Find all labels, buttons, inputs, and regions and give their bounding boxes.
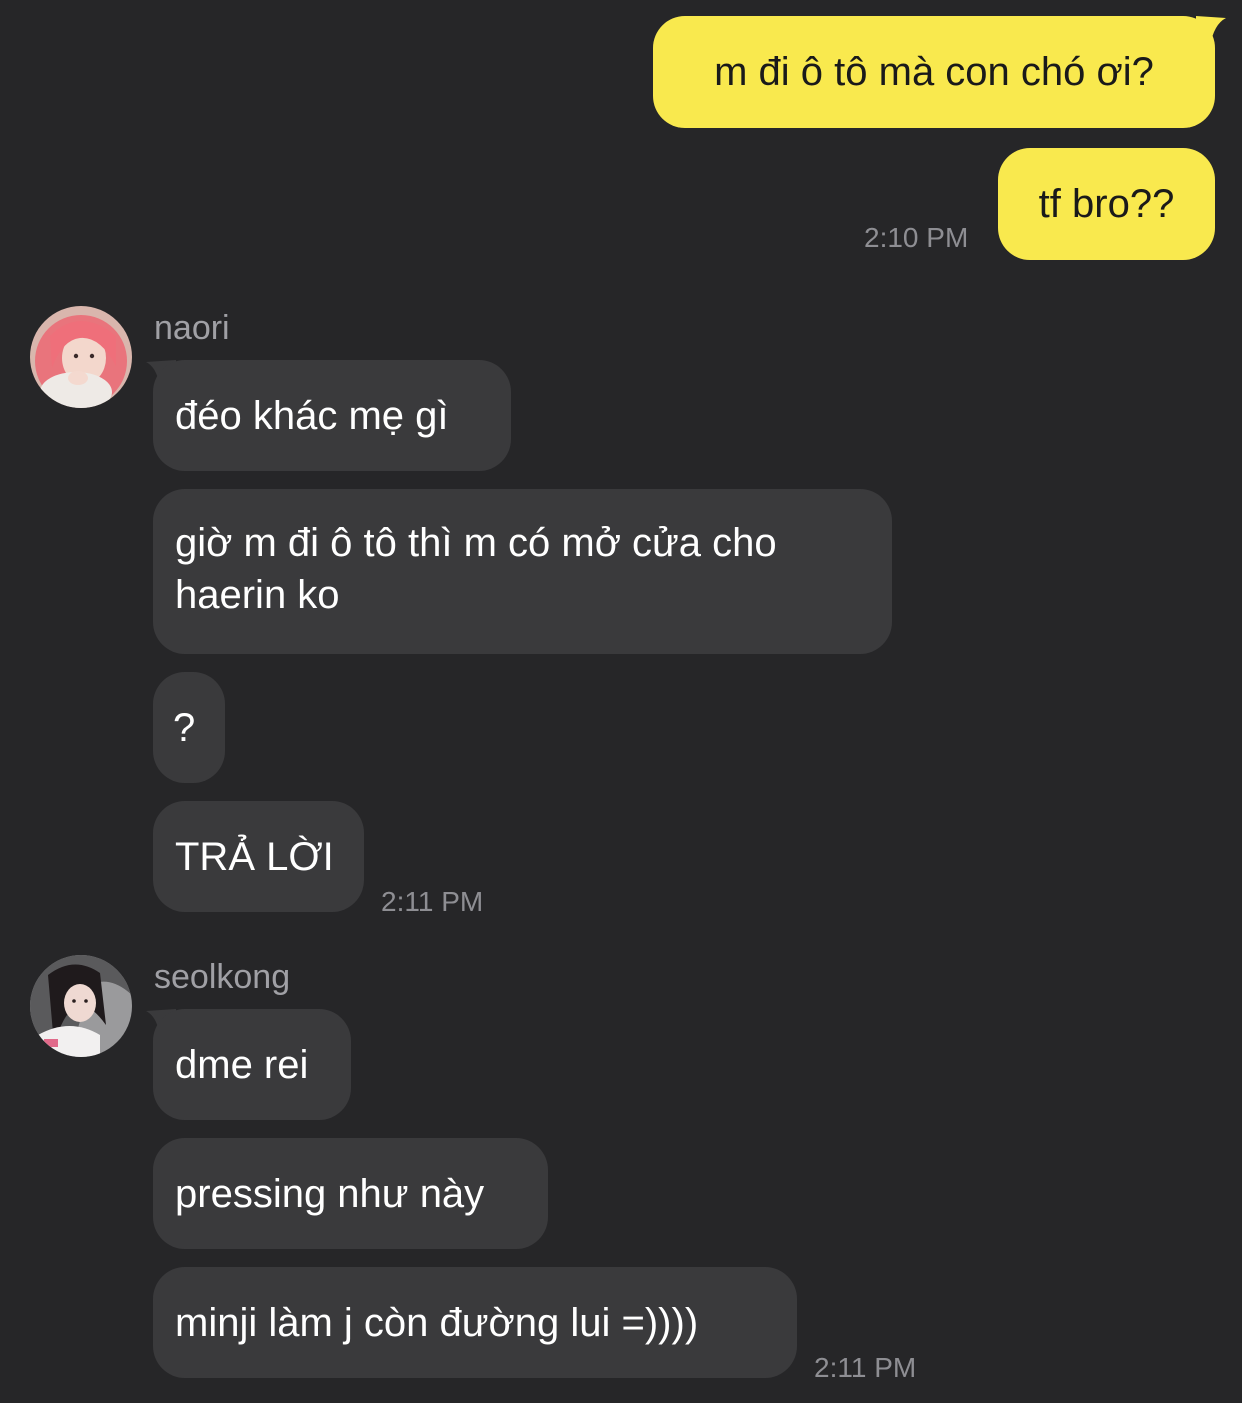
outgoing-message[interactable]: tf bro??: [998, 148, 1215, 260]
incoming-message[interactable]: giờ m đi ô tô thì m có mở cửa cho haerin…: [153, 489, 892, 654]
avatar-image: [30, 306, 132, 408]
bubble-tail: [1196, 16, 1226, 46]
incoming-message[interactable]: pressing như này: [153, 1138, 548, 1249]
avatar-seolkong[interactable]: [30, 955, 132, 1057]
incoming-message[interactable]: dme rei: [153, 1009, 351, 1120]
sender-name: seolkong: [154, 958, 291, 996]
message-timestamp: 2:11 PM: [814, 1352, 917, 1383]
avatar-image: [30, 955, 132, 1057]
incoming-message[interactable]: minji làm j còn đường lui =)))): [153, 1267, 797, 1378]
message-timestamp: 2:11 PM: [381, 886, 484, 917]
incoming-message[interactable]: ?: [153, 672, 225, 783]
outgoing-message[interactable]: m đi ô tô mà con chó ơi?: [653, 16, 1215, 128]
incoming-message[interactable]: TRẢ LỜI: [153, 801, 364, 912]
avatar-naori[interactable]: [30, 306, 132, 408]
incoming-message[interactable]: đéo khác mẹ gì: [153, 360, 511, 471]
message-timestamp: 2:10 PM: [864, 222, 969, 253]
sender-name: naori: [154, 309, 230, 347]
